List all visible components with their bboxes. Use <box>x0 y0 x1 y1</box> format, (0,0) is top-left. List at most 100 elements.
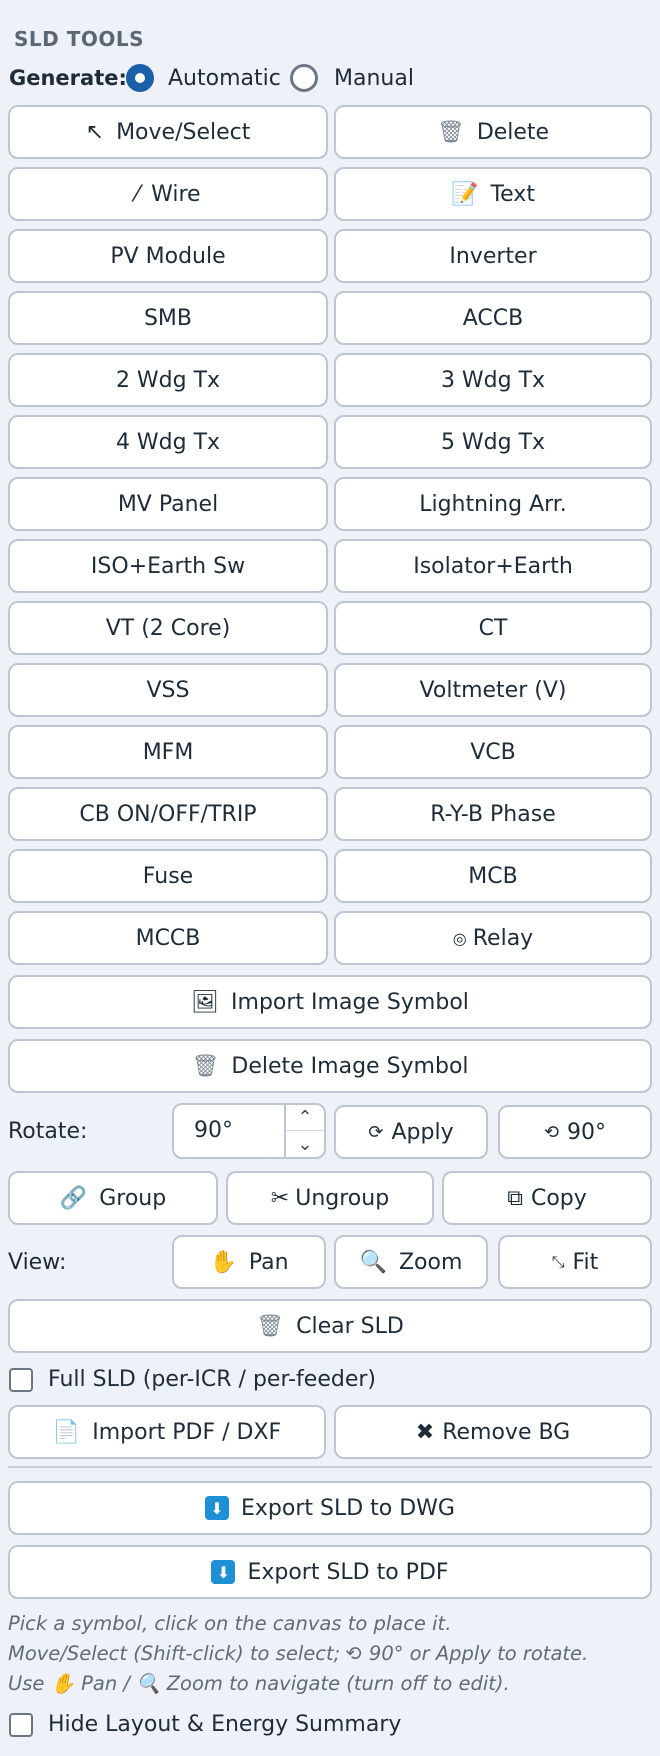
magnifier-icon: 🔍 <box>136 1672 167 1695</box>
hide-summary-checkbox[interactable] <box>9 1713 33 1737</box>
fuse-label: Fuse <box>142 863 194 889</box>
mcb-label: MCB <box>468 863 518 889</box>
magnifier-icon: 🔍 <box>359 1249 387 1275</box>
panel-title: SLD TOOLS <box>14 27 145 51</box>
help-line-2: Move/Select (Shift-click) to select; ⟲ 9… <box>8 1642 589 1665</box>
memo-pencil-icon: 📝 <box>451 181 479 207</box>
wdg4-tx-button[interactable]: 4 Wdg Tx <box>8 415 328 469</box>
x-mark-icon: ✖ <box>415 1419 435 1445</box>
picture-icon: 🖼 <box>191 989 220 1015</box>
accb-button[interactable]: ACCB <box>334 291 652 345</box>
wire-label: Wire <box>151 181 201 207</box>
remove-bg-button[interactable]: ✖ Remove BG <box>334 1405 652 1459</box>
vcb-label: VCB <box>470 739 516 765</box>
export-pdf-label: Export SLD to PDF <box>247 1559 449 1585</box>
delete-button[interactable]: 🗑 Delete <box>334 105 652 159</box>
group-button[interactable]: 🔗 Group <box>8 1171 218 1225</box>
accb-label: ACCB <box>462 305 524 331</box>
vcb-button[interactable]: VCB <box>334 725 652 779</box>
rotate-angle-input[interactable]: 90° ⌃ ⌄ <box>172 1103 326 1159</box>
smb-button[interactable]: SMB <box>8 291 328 345</box>
pv-module-button[interactable]: PV Module <box>8 229 328 283</box>
smb-label: SMB <box>143 305 193 331</box>
mcb-button[interactable]: MCB <box>334 849 652 903</box>
radio-manual[interactable] <box>290 64 318 92</box>
relay-label: Relay <box>472 925 534 951</box>
ct-button[interactable]: CT <box>334 601 652 655</box>
copy-icon: ⧉ <box>507 1185 523 1211</box>
ungroup-button[interactable]: ✂ Ungroup <box>226 1171 434 1225</box>
delete-image-symbol-button[interactable]: 🗑 Delete Image Symbol <box>8 1039 652 1093</box>
divider <box>8 1466 652 1468</box>
import-pdf-dxf-label: Import PDF / DXF <box>92 1419 282 1445</box>
full-sld-label[interactable]: Full SLD (per-ICR / per-feeder) <box>48 1367 376 1392</box>
help-line-3-suffix: to navigate (turn off to edit). <box>222 1672 510 1695</box>
rotate-spinner[interactable]: ⌃ ⌄ <box>284 1105 324 1157</box>
rotate-ccw-icon: ⟲ <box>543 1121 560 1143</box>
lightning-arr-button[interactable]: Lightning Arr. <box>334 477 652 531</box>
import-image-symbol-button[interactable]: 🖼 Import Image Symbol <box>8 975 652 1029</box>
vss-button[interactable]: VSS <box>8 663 328 717</box>
wire-button[interactable]: ⁄ Wire <box>8 167 328 221</box>
relay-circle-icon: ◎ <box>452 928 467 948</box>
hide-summary-label[interactable]: Hide Layout & Energy Summary <box>48 1712 401 1737</box>
download-arrow-icon: ⬇ <box>211 1560 236 1584</box>
fit-button[interactable]: ⤡ Fit <box>498 1235 652 1289</box>
group-label: Group <box>99 1185 167 1211</box>
pan-button[interactable]: ✋ Pan <box>172 1235 326 1289</box>
export-dwg-button[interactable]: ⬇ Export SLD to DWG <box>8 1481 652 1535</box>
voltmeter-button[interactable]: Voltmeter (V) <box>334 663 652 717</box>
generate-label: Generate: <box>9 66 127 90</box>
relay-button[interactable]: ◎ Relay <box>334 911 652 965</box>
import-image-symbol-label: Import Image Symbol <box>231 989 469 1015</box>
arrow-nw-icon: ↖ <box>85 119 105 145</box>
help-line-1: Pick a symbol, click on the canvas to pl… <box>8 1612 452 1635</box>
inverter-label: Inverter <box>449 243 537 269</box>
cb-on-off-trip-button[interactable]: CB ON/OFF/TRIP <box>8 787 328 841</box>
iso-earth-sw-button[interactable]: ISO+Earth Sw <box>8 539 328 593</box>
wdg3-tx-label: 3 Wdg Tx <box>440 367 546 393</box>
export-pdf-button[interactable]: ⬇ Export SLD to PDF <box>8 1545 652 1599</box>
move-select-button[interactable]: ↖ Move/Select <box>8 105 328 159</box>
rotate-angle-value: 90° <box>194 1118 233 1143</box>
vt-2core-label: VT (2 Core) <box>105 615 231 641</box>
mccb-label: MCCB <box>135 925 201 951</box>
fuse-button[interactable]: Fuse <box>8 849 328 903</box>
copy-button[interactable]: ⧉ Copy <box>442 1171 652 1225</box>
mccb-button[interactable]: MCCB <box>8 911 328 965</box>
mfm-button[interactable]: MFM <box>8 725 328 779</box>
help-line-3-prefix: Use <box>8 1672 51 1695</box>
ryb-phase-button[interactable]: R-Y-B Phase <box>334 787 652 841</box>
radio-manual-label[interactable]: Manual <box>334 66 414 91</box>
help-zoom-text: Zoom <box>166 1672 223 1695</box>
rotate-90-button[interactable]: ⟲ 90° <box>498 1105 652 1159</box>
export-dwg-label: Export SLD to DWG <box>241 1495 455 1521</box>
vt-2core-button[interactable]: VT (2 Core) <box>8 601 328 655</box>
isolator-earth-button[interactable]: Isolator+Earth <box>334 539 652 593</box>
wdg5-tx-button[interactable]: 5 Wdg Tx <box>334 415 652 469</box>
copy-label: Copy <box>530 1185 587 1211</box>
wdg4-tx-label: 4 Wdg Tx <box>115 429 221 455</box>
voltmeter-label: Voltmeter (V) <box>419 677 567 703</box>
document-icon: 📄 <box>52 1419 81 1445</box>
wdg3-tx-button[interactable]: 3 Wdg Tx <box>334 353 652 407</box>
full-sld-checkbox[interactable] <box>9 1368 33 1392</box>
inverter-button[interactable]: Inverter <box>334 229 652 283</box>
isolator-earth-label: Isolator+Earth <box>413 553 573 579</box>
chevron-down-icon[interactable]: ⌄ <box>286 1131 324 1157</box>
hand-icon: ✋ <box>50 1672 82 1695</box>
zoom-button[interactable]: 🔍 Zoom <box>334 1235 488 1289</box>
clear-sld-button[interactable]: 🗑 Clear SLD <box>8 1299 652 1353</box>
pv-module-label: PV Module <box>110 243 226 269</box>
wdg2-tx-button[interactable]: 2 Wdg Tx <box>8 353 328 407</box>
text-button[interactable]: 📝 Text <box>334 167 652 221</box>
radio-automatic-label[interactable]: Automatic <box>168 66 281 91</box>
ungroup-label: Ungroup <box>295 1185 390 1211</box>
apply-rotate-button[interactable]: ⟳ Apply <box>334 1105 488 1159</box>
chevron-up-icon[interactable]: ⌃ <box>286 1105 324 1131</box>
mv-panel-label: MV Panel <box>117 491 219 517</box>
import-pdf-dxf-button[interactable]: 📄 Import PDF / DXF <box>8 1405 326 1459</box>
radio-automatic[interactable] <box>126 64 154 92</box>
delete-label: Delete <box>476 119 550 145</box>
mv-panel-button[interactable]: MV Panel <box>8 477 328 531</box>
